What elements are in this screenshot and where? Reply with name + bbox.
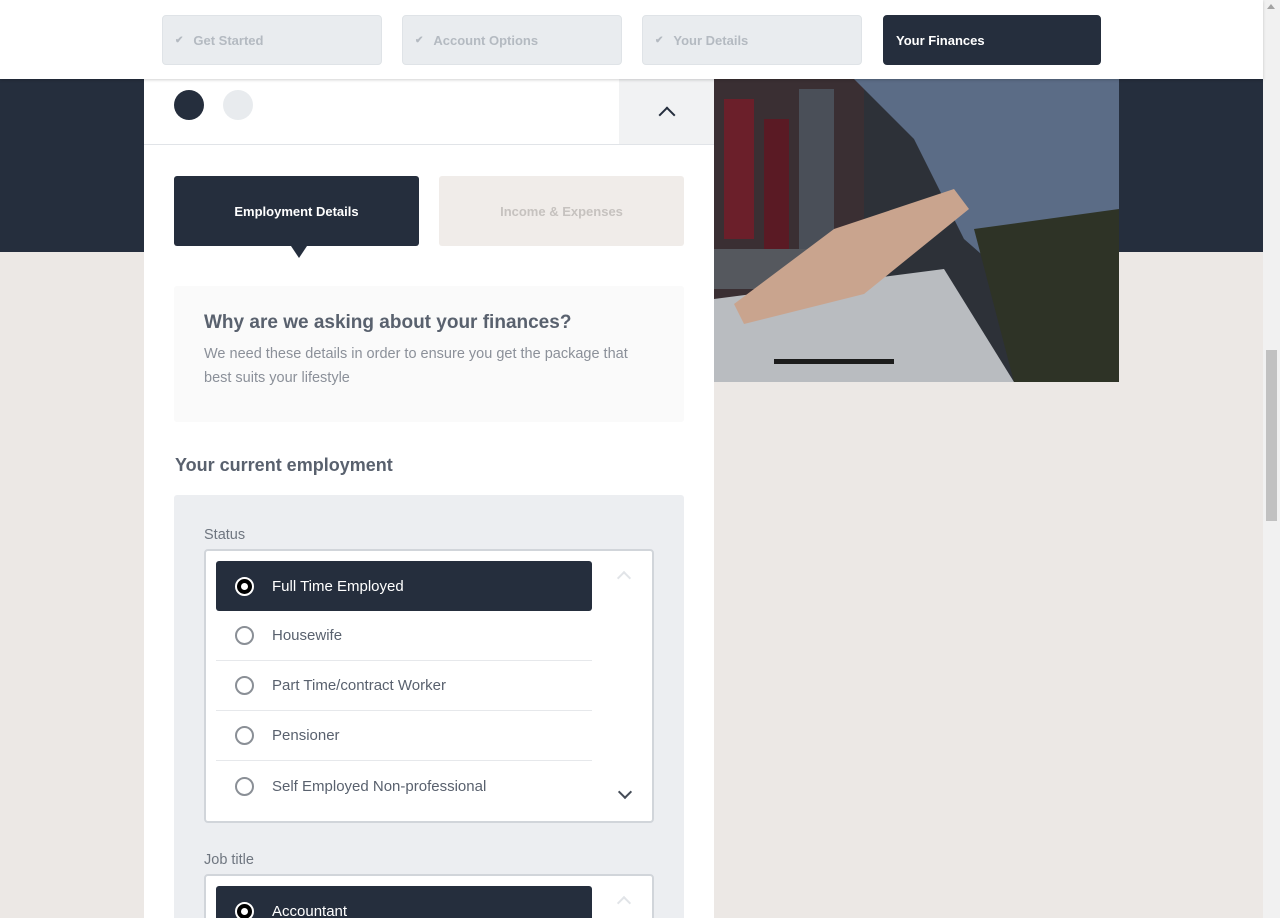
option-label: Housewife bbox=[272, 627, 343, 644]
step-label: Your Details bbox=[673, 32, 749, 48]
check-icon: ✔ bbox=[175, 34, 184, 46]
step-label: Your Finances bbox=[896, 32, 985, 48]
employment-form: Status Full Time Employed Housewife Part… bbox=[174, 495, 684, 918]
status-label: Status bbox=[204, 527, 246, 543]
step-label: Get Started bbox=[193, 32, 264, 48]
info-title: Why are we asking about your finances? bbox=[204, 312, 572, 333]
radio-checked-icon bbox=[235, 576, 254, 596]
scroll-up-arrow-icon[interactable] bbox=[1267, 4, 1275, 9]
hero-photo-illustration bbox=[714, 79, 1119, 382]
radio-icon bbox=[235, 726, 254, 745]
option-label: Pensioner bbox=[272, 727, 340, 744]
option-label: Part Time/contract Worker bbox=[272, 677, 446, 694]
progress-dot-inactive bbox=[223, 90, 253, 120]
scrollbar-thumb[interactable] bbox=[1266, 350, 1277, 521]
status-option-full-time[interactable]: Full Time Employed bbox=[216, 561, 592, 611]
chevron-up-icon bbox=[658, 106, 675, 123]
panel-header bbox=[144, 79, 714, 145]
chevron-down-icon[interactable] bbox=[617, 784, 633, 800]
status-option-housewife[interactable]: Housewife bbox=[216, 611, 592, 661]
status-option-self-employed[interactable]: Self Employed Non-professional bbox=[216, 761, 592, 811]
tab-income-expenses[interactable]: Income & Expenses bbox=[439, 176, 684, 246]
section-title: Your current employment bbox=[175, 455, 393, 475]
progress-dot-active bbox=[174, 90, 204, 120]
option-label: Full Time Employed bbox=[272, 577, 404, 595]
chevron-up-icon[interactable] bbox=[616, 895, 632, 911]
option-label: Self Employed Non-professional bbox=[272, 777, 487, 795]
job-title-select[interactable]: Accountant bbox=[204, 874, 654, 918]
info-box: Why are we asking about your finances? W… bbox=[174, 286, 684, 422]
page-scrollbar[interactable] bbox=[1263, 0, 1280, 918]
chevron-up-icon[interactable] bbox=[616, 570, 632, 586]
radio-icon bbox=[235, 626, 254, 645]
tab-employment-details[interactable]: Employment Details bbox=[174, 176, 419, 258]
step-label: Account Options bbox=[433, 32, 539, 48]
step-your-finances[interactable]: Your Finances bbox=[883, 15, 1101, 65]
status-select[interactable]: Full Time Employed Housewife Part Time/c… bbox=[204, 549, 654, 823]
option-label: Accountant bbox=[272, 902, 348, 918]
finances-form-panel: Employment Details Income & Expenses Why… bbox=[144, 79, 714, 918]
radio-checked-icon bbox=[235, 901, 254, 918]
collapse-button[interactable] bbox=[619, 79, 714, 144]
check-icon: ✔ bbox=[655, 34, 664, 46]
radio-icon bbox=[235, 676, 254, 695]
status-option-part-time[interactable]: Part Time/contract Worker bbox=[216, 661, 592, 711]
status-option-pensioner[interactable]: Pensioner bbox=[216, 711, 592, 761]
radio-icon bbox=[235, 776, 254, 796]
job-option-accountant[interactable]: Accountant bbox=[216, 886, 592, 918]
step-progress-bar: ✔ Get Started ✔ Account Options ✔ Your D… bbox=[0, 0, 1263, 79]
step-account-options[interactable]: ✔ Account Options bbox=[402, 15, 622, 65]
step-your-details[interactable]: ✔ Your Details bbox=[642, 15, 862, 65]
job-title-label: Job title bbox=[204, 852, 254, 868]
hero-photo bbox=[714, 79, 1119, 382]
info-text: We need these details in order to ensure… bbox=[204, 346, 628, 386]
check-icon: ✔ bbox=[415, 34, 424, 46]
step-get-started[interactable]: ✔ Get Started bbox=[162, 15, 382, 65]
